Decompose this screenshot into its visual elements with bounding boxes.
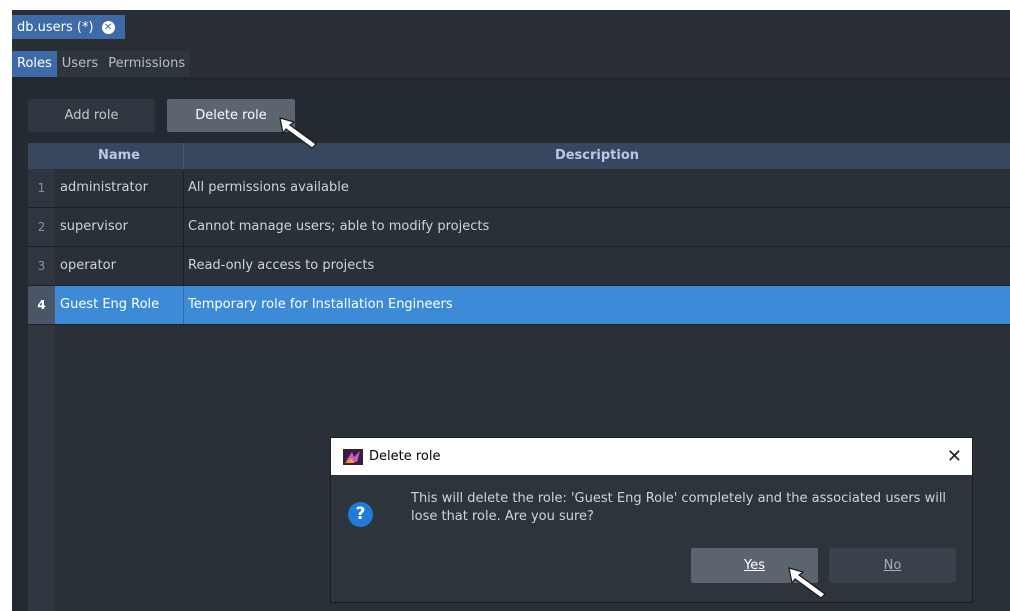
- role-description-cell[interactable]: All permissions available: [188, 169, 1004, 207]
- role-description-cell[interactable]: Temporary role for Installation Engineer…: [188, 286, 1004, 324]
- tab-users[interactable]: Users: [56, 51, 104, 77]
- table-header: Name Description: [28, 143, 1010, 169]
- table-row[interactable]: 2 supervisor Cannot manage users; able t…: [28, 208, 1010, 247]
- delete-role-button[interactable]: Delete role: [167, 99, 295, 132]
- column-header-description[interactable]: Description: [184, 143, 1010, 169]
- subtab-bar: Roles Users Permissions: [12, 51, 191, 77]
- document-tab[interactable]: db.users (*) ✕: [12, 15, 125, 39]
- role-description-cell[interactable]: Read-only access to projects: [188, 247, 1004, 285]
- yes-button-label: Yes: [744, 558, 765, 573]
- cell-divider: [183, 208, 184, 246]
- row-number: 3: [28, 247, 55, 285]
- add-role-button[interactable]: Add role: [28, 99, 155, 132]
- cell-divider: [183, 169, 184, 207]
- row-number: 1: [28, 169, 55, 207]
- dialog-title: Delete role: [369, 449, 441, 464]
- tab-permissions[interactable]: Permissions: [103, 51, 191, 77]
- app-logo-icon: [343, 449, 363, 465]
- row-number: 2: [28, 208, 55, 246]
- cell-divider: [183, 286, 184, 324]
- table-row-selected[interactable]: 4 Guest Eng Role Temporary role for Inst…: [28, 286, 1010, 325]
- no-button[interactable]: No: [829, 548, 956, 583]
- row-number: 4: [28, 286, 55, 324]
- document-tab-bar: db.users (*) ✕: [12, 10, 1010, 39]
- yes-button[interactable]: Yes: [691, 548, 818, 583]
- dialog-message: This will delete the role: 'Guest Eng Ro…: [411, 491, 947, 524]
- close-circle-icon[interactable]: ✕: [101, 20, 115, 34]
- tab-roles[interactable]: Roles: [12, 51, 57, 77]
- delete-role-dialog: Delete role ✕ ? This will delete the rol…: [331, 438, 972, 602]
- table-row[interactable]: 3 operator Read-only access to projects: [28, 247, 1010, 286]
- document-tab-title: db.users (*): [17, 19, 94, 35]
- role-description-cell[interactable]: Cannot manage users; able to modify proj…: [188, 208, 1004, 246]
- dialog-title-bar: Delete role ✕: [331, 438, 972, 475]
- role-name-cell[interactable]: administrator: [60, 169, 182, 207]
- role-name-cell[interactable]: operator: [60, 247, 182, 285]
- cell-divider: [183, 247, 184, 285]
- table-row[interactable]: 1 administrator All permissions availabl…: [28, 169, 1010, 208]
- role-name-cell[interactable]: supervisor: [60, 208, 182, 246]
- column-header-name[interactable]: Name: [55, 143, 184, 169]
- role-name-cell[interactable]: Guest Eng Role: [60, 286, 182, 324]
- close-icon[interactable]: ✕: [947, 438, 962, 475]
- no-button-label: No: [883, 558, 902, 573]
- question-icon: ?: [348, 502, 373, 527]
